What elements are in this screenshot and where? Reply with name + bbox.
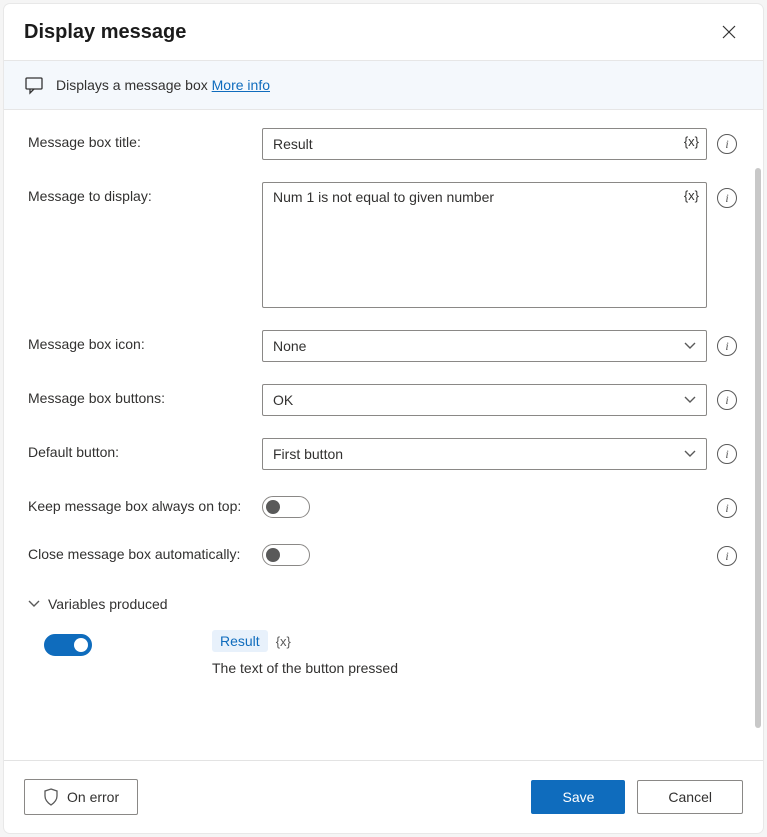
select-icon[interactable]: None xyxy=(262,330,707,362)
row-always-on-top: Keep message box always on top: i xyxy=(28,492,747,518)
label-message: Message to display: xyxy=(28,182,248,204)
row-auto-close: Close message box automatically: i xyxy=(28,540,747,566)
toggle-knob xyxy=(266,548,280,562)
on-error-button[interactable]: On error xyxy=(24,779,138,815)
select-buttons[interactable]: OK xyxy=(262,384,707,416)
chevron-down-icon xyxy=(684,396,696,404)
more-info-link[interactable]: More info xyxy=(212,77,270,93)
toggle-knob xyxy=(266,500,280,514)
toggle-always-on-top[interactable] xyxy=(262,496,310,518)
label-default-button: Default button: xyxy=(28,438,248,460)
input-message[interactable]: Num 1 is not equal to given number xyxy=(262,182,707,308)
variables-row: Result {x} The text of the button presse… xyxy=(28,630,747,676)
info-icon[interactable]: i xyxy=(717,390,737,410)
close-button[interactable] xyxy=(715,18,743,46)
label-buttons: Message box buttons: xyxy=(28,384,248,406)
variable-description: The text of the button pressed xyxy=(212,660,398,676)
on-error-label: On error xyxy=(67,789,119,805)
display-message-dialog: Display message Displays a message box M… xyxy=(4,4,763,833)
toggle-auto-close[interactable] xyxy=(262,544,310,566)
row-icon: Message box icon: None i xyxy=(28,330,747,362)
row-default-button: Default button: First button i xyxy=(28,438,747,470)
dialog-header: Display message xyxy=(4,4,763,60)
row-message: Message to display: Num 1 is not equal t… xyxy=(28,182,747,308)
select-default-button[interactable]: First button xyxy=(262,438,707,470)
row-buttons: Message box buttons: OK i xyxy=(28,384,747,416)
toggle-knob xyxy=(74,638,88,652)
info-icon[interactable]: i xyxy=(717,444,737,464)
variable-name-wrap: Result {x} xyxy=(212,630,398,652)
variable-picker-message[interactable]: {x} xyxy=(684,188,699,203)
save-button[interactable]: Save xyxy=(531,780,625,814)
info-icon[interactable]: i xyxy=(717,546,737,566)
chevron-down-icon xyxy=(684,342,696,350)
label-always-on-top: Keep message box always on top: xyxy=(28,492,248,514)
cancel-button[interactable]: Cancel xyxy=(637,780,743,814)
info-icon[interactable]: i xyxy=(717,336,737,356)
label-title: Message box title: xyxy=(28,128,248,150)
dialog-footer: On error Save Cancel xyxy=(4,760,763,833)
label-auto-close: Close message box automatically: xyxy=(28,540,248,562)
info-icon[interactable]: i xyxy=(717,134,737,154)
variable-symbol: {x} xyxy=(276,634,291,649)
row-title: Message box title: Result {x} i xyxy=(28,128,747,160)
toggle-variable-output[interactable] xyxy=(44,634,92,656)
close-icon xyxy=(722,25,736,39)
chevron-down-icon xyxy=(684,450,696,458)
info-icon[interactable]: i xyxy=(717,188,737,208)
variables-produced-title: Variables produced xyxy=(48,596,168,612)
variables-produced-header[interactable]: Variables produced xyxy=(28,596,747,612)
description-bar: Displays a message box More info xyxy=(4,60,763,110)
variable-name[interactable]: Result xyxy=(212,630,268,652)
scrollbar[interactable] xyxy=(755,168,761,728)
dialog-title: Display message xyxy=(24,21,186,44)
chevron-down-icon xyxy=(28,600,40,608)
info-icon[interactable]: i xyxy=(717,498,737,518)
input-title[interactable]: Result xyxy=(262,128,707,160)
shield-icon xyxy=(43,788,59,806)
dialog-body: Message box title: Result {x} i Message … xyxy=(4,110,763,760)
label-icon: Message box icon: xyxy=(28,330,248,352)
message-box-icon xyxy=(24,75,44,95)
variable-picker-title[interactable]: {x} xyxy=(684,134,699,149)
description-text: Displays a message box More info xyxy=(56,77,270,93)
